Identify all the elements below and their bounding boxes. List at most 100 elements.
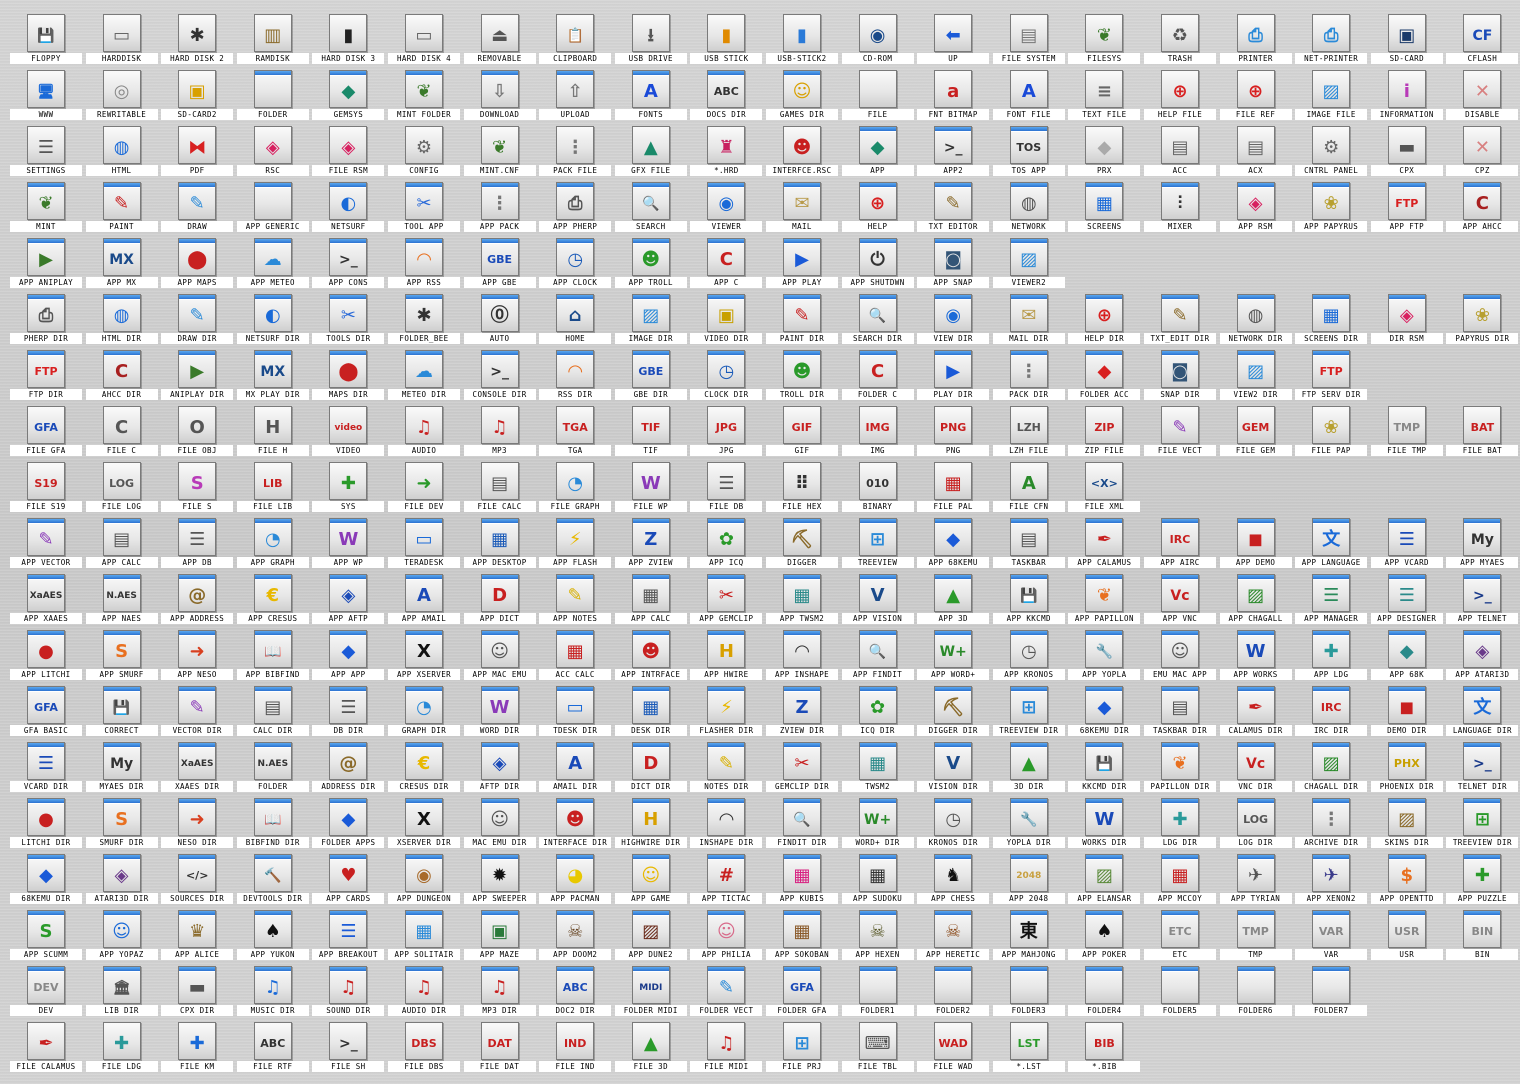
desktop-icon[interactable]: GBE GBE DIR <box>614 348 687 404</box>
desktop-icon[interactable]: W WORKS DIR <box>1068 796 1141 852</box>
desktop-icon[interactable]: X XSERVER DIR <box>388 796 460 852</box>
desktop-icon[interactable]: ▬ CPX <box>1370 124 1443 180</box>
desktop-icon[interactable]: WAD FILE WAD <box>917 1020 990 1076</box>
desktop-icon[interactable]: ✿ ICQ DIR <box>841 684 914 740</box>
desktop-icon[interactable]: ◆ GEMSYS <box>312 68 385 124</box>
desktop-icon[interactable]: >_ TELNET DIR <box>1446 740 1519 796</box>
desktop-icon[interactable]: ▮ USB STICK <box>690 12 763 68</box>
desktop-icon[interactable]: D DICT DIR <box>614 740 687 796</box>
desktop-icon[interactable]: ♠ APP YUKON <box>236 908 309 964</box>
desktop-icon[interactable]: H FILE H <box>236 404 309 460</box>
desktop-icon[interactable]: ⬤ MAPS DIR <box>312 348 385 404</box>
desktop-icon[interactable]: ▲ APP 3D <box>917 572 990 628</box>
desktop-icon[interactable]: ▦ APP SOKOBAN <box>766 908 838 964</box>
desktop-icon[interactable]: ◉ APP DUNGEON <box>388 852 460 908</box>
desktop-icon[interactable]: TMP FILE TMP <box>1370 404 1443 460</box>
desktop-icon[interactable]: ETC ETC <box>1144 908 1216 964</box>
desktop-icon[interactable]: Z ZVIEW DIR <box>766 684 838 740</box>
desktop-icon[interactable]: ➜ FILE DEV <box>388 460 460 516</box>
desktop-icon[interactable]: ▨ VIEWER2 <box>992 236 1065 292</box>
desktop-icon[interactable]: ⏏ REMOVABLE <box>463 12 536 68</box>
desktop-icon[interactable]: 💾 KKCMD DIR <box>1068 740 1141 796</box>
desktop-icon[interactable]: BAT FILE BAT <box>1446 404 1519 460</box>
desktop-icon[interactable]: ♫ SOUND DIR <box>312 964 385 1020</box>
desktop-icon[interactable]: ◈ APP ATARI3D <box>1446 628 1519 684</box>
desktop-icon[interactable]: 東 APP MAHJONG <box>992 908 1065 964</box>
desktop-icon[interactable]: ⊕ HELP <box>841 180 914 236</box>
desktop-icon[interactable]: ▶ APP PLAY <box>766 236 838 292</box>
desktop-icon[interactable]: ABC DOCS DIR <box>690 68 763 124</box>
desktop-icon[interactable]: C APP AHCC <box>1446 180 1519 236</box>
desktop-icon[interactable]: ✚ LDG DIR <box>1144 796 1216 852</box>
desktop-icon[interactable]: TOS TOS APP <box>992 124 1065 180</box>
desktop-icon[interactable]: O FILE OBJ <box>161 404 234 460</box>
desktop-icon[interactable]: ✿ APP ICQ <box>690 516 763 572</box>
desktop-icon[interactable]: DAT FILE DAT <box>463 1020 536 1076</box>
desktop-icon[interactable]: a FNT BITMAP <box>917 68 990 124</box>
desktop-icon[interactable]: ▶ APP ANIPLAY <box>10 236 82 292</box>
desktop-icon[interactable]: ✎ PAINT <box>85 180 158 236</box>
desktop-icon[interactable]: ABC DOC2 DIR <box>539 964 612 1020</box>
desktop-icon[interactable]: 010 BINARY <box>841 460 914 516</box>
desktop-icon[interactable]: ◷ APP CLOCK <box>539 236 612 292</box>
desktop-icon[interactable]: ☰ VCARD DIR <box>10 740 82 796</box>
desktop-icon[interactable]: ⎙ APP PHERP <box>539 180 612 236</box>
desktop-icon[interactable]: ✎ TXT EDITOR <box>917 180 990 236</box>
desktop-icon[interactable]: ✎ DRAW <box>161 180 234 236</box>
desktop-icon[interactable]: ✱ FOLDER_BEE <box>388 292 460 348</box>
desktop-icon[interactable]: C AHCC DIR <box>85 348 158 404</box>
desktop-icon[interactable]: ▥ RAMDISK <box>236 12 309 68</box>
desktop-icon[interactable]: ◆ PRX <box>1068 124 1141 180</box>
desktop-icon[interactable]: ◆ APP APP <box>312 628 385 684</box>
desktop-icon[interactable]: ◈ APP AFTP <box>312 572 385 628</box>
desktop-icon[interactable]: ☻ INTERFACE DIR <box>539 796 612 852</box>
desktop-icon[interactable]: XaAES XAAES DIR <box>161 740 234 796</box>
desktop-icon[interactable]: W WORD DIR <box>463 684 536 740</box>
desktop-icon[interactable]: ✱ HARD DISK 2 <box>161 12 234 68</box>
desktop-icon[interactable]: ❦ MINT <box>10 180 82 236</box>
desktop-icon[interactable]: ☰ APP DESIGNER <box>1370 572 1443 628</box>
desktop-icon[interactable]: 🔍 APP FINDIT <box>841 628 914 684</box>
desktop-icon[interactable]: ⊕ FILE REF <box>1219 68 1292 124</box>
desktop-icon[interactable]: ▤ TASKBAR <box>992 516 1065 572</box>
desktop-icon[interactable]: ⭳ USB DRIVE <box>614 12 687 68</box>
desktop-icon[interactable]: ☻ APP TROLL <box>614 236 687 292</box>
desktop-icon[interactable]: D APP DICT <box>463 572 536 628</box>
desktop-icon[interactable]: ▨ APP CHAGALL <box>1219 572 1292 628</box>
desktop-icon[interactable]: ▲ FILE 3D <box>614 1020 687 1076</box>
desktop-icon[interactable]: A APP AMAIL <box>388 572 460 628</box>
desktop-icon[interactable]: ▣ APP MAZE <box>463 908 536 964</box>
desktop-icon[interactable]: ☺ APP YOPAZ <box>85 908 158 964</box>
desktop-icon[interactable]: V VISION DIR <box>917 740 990 796</box>
desktop-icon[interactable]: ⌨ FILE TBL <box>841 1020 914 1076</box>
desktop-icon[interactable]: ♫ MP3 <box>463 404 536 460</box>
desktop-icon[interactable]: ⊞ FILE PRJ <box>766 1020 838 1076</box>
desktop-icon[interactable]: $ APP OPENTTD <box>1370 852 1443 908</box>
desktop-icon[interactable]: ▲ GFX FILE <box>614 124 687 180</box>
desktop-icon[interactable]: ⋮ PACK FILE <box>539 124 612 180</box>
desktop-icon[interactable]: 文 LANGUAGE DIR <box>1446 684 1519 740</box>
desktop-icon[interactable]: MX APP MX <box>85 236 158 292</box>
desktop-icon[interactable]: VAR VAR <box>1295 908 1368 964</box>
desktop-icon[interactable]: TGA TGA <box>539 404 612 460</box>
desktop-icon[interactable]: ✂ APP GEMCLIP <box>690 572 763 628</box>
desktop-icon[interactable]: ▬ CPX DIR <box>161 964 234 1020</box>
desktop-icon[interactable]: ⠿ FILE HEX <box>766 460 838 516</box>
desktop-icon[interactable]: W APP WP <box>312 516 385 572</box>
desktop-icon[interactable]: € APP CRESUS <box>236 572 309 628</box>
desktop-icon[interactable]: ♛ APP ALICE <box>161 908 234 964</box>
desktop-icon[interactable]: ✚ FILE KM <box>161 1020 234 1076</box>
desktop-icon[interactable]: ◈ DIR RSM <box>1370 292 1443 348</box>
desktop-icon[interactable]: ▶ PLAY DIR <box>917 348 990 404</box>
desktop-icon[interactable]: FOLDER3 <box>992 964 1065 1020</box>
desktop-icon[interactable]: ☰ SETTINGS <box>10 124 82 180</box>
desktop-icon[interactable]: GFA FOLDER GFA <box>766 964 838 1020</box>
desktop-icon[interactable]: ✒ CALAMUS DIR <box>1219 684 1292 740</box>
desktop-icon[interactable]: ▣ VIDEO DIR <box>690 292 763 348</box>
desktop-icon[interactable]: ☰ FILE DB <box>690 460 763 516</box>
desktop-icon[interactable]: i INFORMATION <box>1370 68 1443 124</box>
desktop-icon[interactable]: A FONTS <box>614 68 687 124</box>
desktop-icon[interactable]: >_ APP TELNET <box>1446 572 1519 628</box>
desktop-icon[interactable]: </> SOURCES DIR <box>161 852 234 908</box>
desktop-icon[interactable]: S FILE S <box>161 460 234 516</box>
